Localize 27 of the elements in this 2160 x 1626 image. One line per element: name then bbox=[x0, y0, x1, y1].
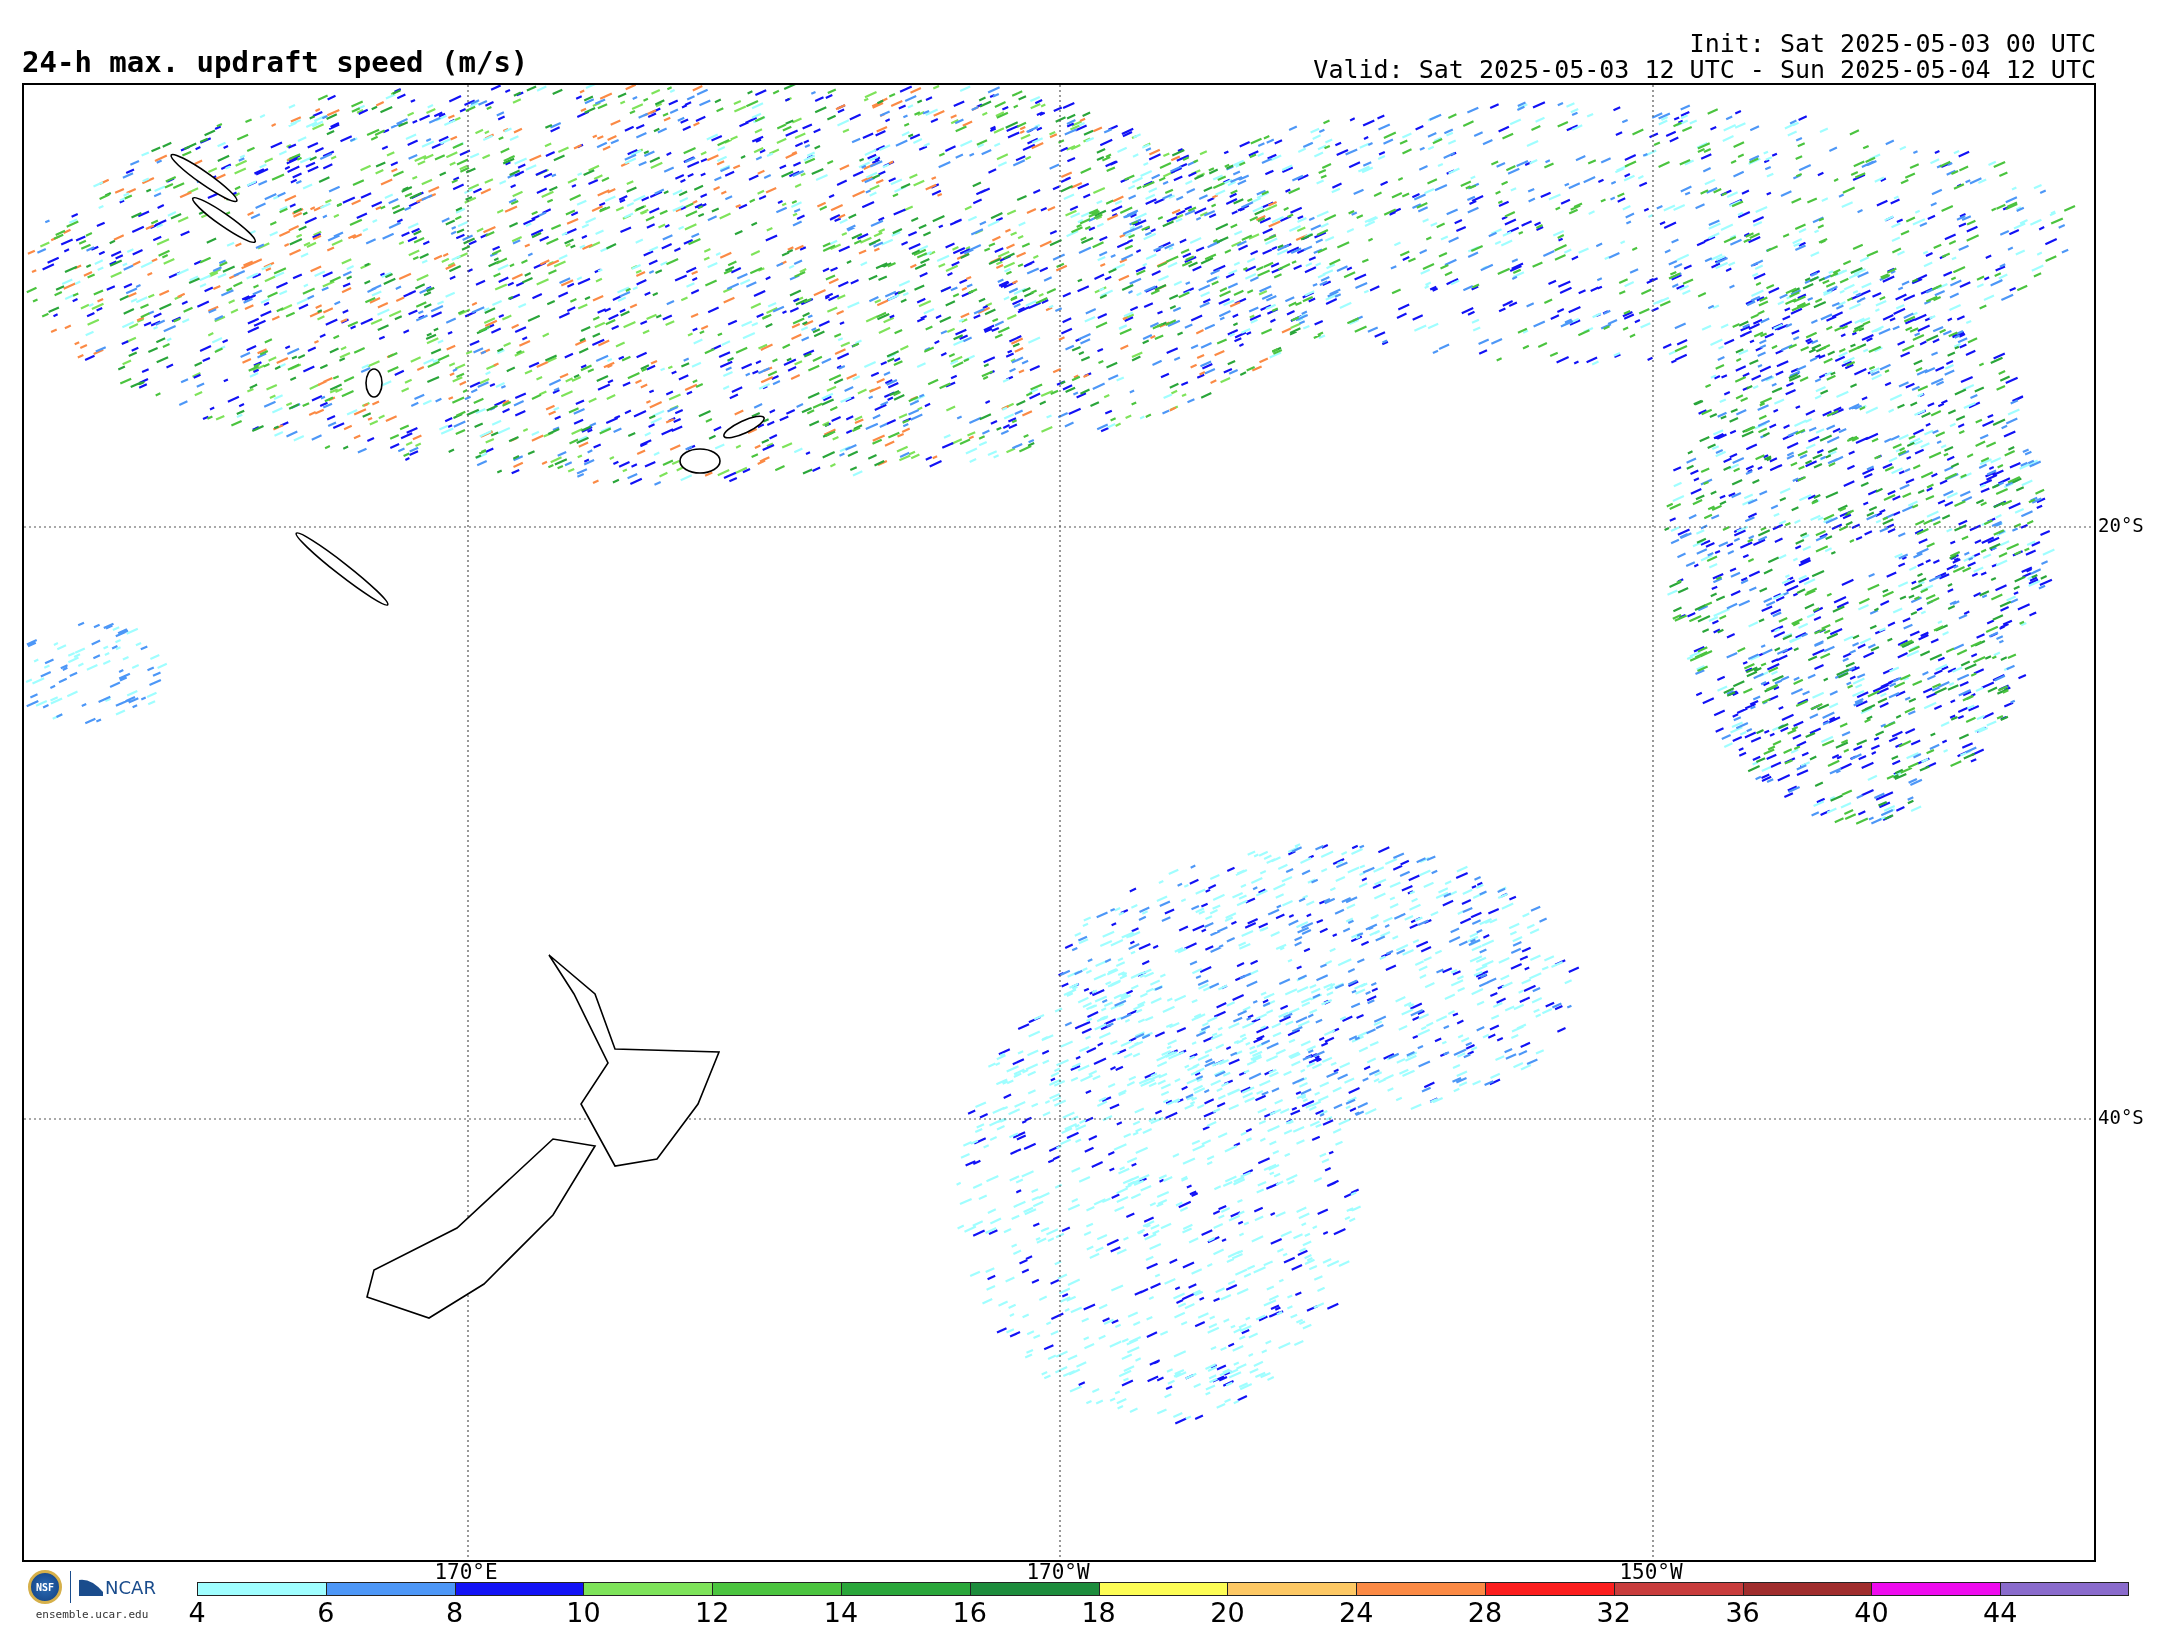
longitude-label: 150°W bbox=[1619, 1562, 1683, 1583]
tick-label: 32 bbox=[1596, 1598, 1631, 1626]
tick-label: 8 bbox=[446, 1598, 464, 1626]
tick-label: 10 bbox=[566, 1598, 601, 1626]
ncar-wordmark: NCAR bbox=[105, 1576, 156, 1598]
tick-label: 36 bbox=[1725, 1598, 1760, 1626]
tick-label: 18 bbox=[1081, 1598, 1116, 1626]
site-address: ensemble.ucar.edu bbox=[35, 1608, 149, 1621]
init-time: Init: Sat 2025-05-03 00 UTC bbox=[1689, 31, 2096, 57]
tick-label: 12 bbox=[695, 1598, 730, 1626]
tick-label: 16 bbox=[952, 1598, 987, 1626]
tick-label: 14 bbox=[823, 1598, 859, 1626]
nsf-logo: NSF bbox=[28, 1570, 63, 1604]
latitude-label: 40°S bbox=[2098, 1106, 2144, 1128]
tick-label: 44 bbox=[1983, 1598, 2018, 1626]
tick-label: 6 bbox=[317, 1598, 335, 1626]
longitude-label: 170°W bbox=[1026, 1562, 1090, 1583]
tick-label: 24 bbox=[1339, 1598, 1374, 1626]
ncar-swoosh-icon bbox=[79, 1578, 104, 1596]
longitude-label: 170°E bbox=[434, 1562, 498, 1583]
tick-label: 40 bbox=[1854, 1598, 1889, 1626]
tick-label: 20 bbox=[1210, 1598, 1245, 1626]
valid-period: Valid: Sat 2025-05-03 12 UTC - Sun 2025-05-04 12 UTC bbox=[1313, 57, 2096, 83]
tick-label: 4 bbox=[188, 1598, 206, 1626]
tick-label: 28 bbox=[1467, 1598, 1503, 1626]
chart-title: 24-h max. updraft speed (m/s) bbox=[22, 48, 529, 77]
latitude-label: 20°S bbox=[2098, 514, 2144, 536]
